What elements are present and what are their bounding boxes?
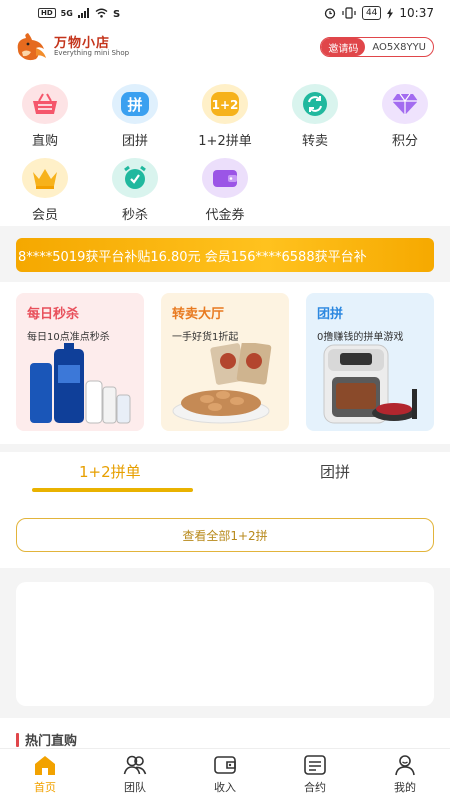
promo-title: 转卖大厅 <box>172 307 225 322</box>
logo-english-name: Everything mini Shop <box>54 49 130 58</box>
basket-icon <box>22 84 68 124</box>
air-fryer-icon <box>323 344 417 424</box>
alarm-icon <box>324 8 336 19</box>
tabbar-label: 首页 <box>34 781 56 794</box>
feature-item-member[interactable]: 会员 <box>10 158 80 223</box>
wifi-icon <box>95 8 108 18</box>
hd-indicator: HD <box>38 8 56 18</box>
invite-code-value: AO5X8YYU <box>372 41 426 53</box>
diamond-icon <box>382 84 428 124</box>
logo-chinese-name: 万物小店 <box>54 35 111 51</box>
charging-icon <box>387 7 394 19</box>
feature-item-flash-sale[interactable]: 秒杀 <box>100 158 170 223</box>
feature-item-resell[interactable]: 转卖 <box>280 84 350 149</box>
subsidy-marquee[interactable]: 8****5019获平台补贴16.80元 会员156****6588获平台补 <box>16 238 434 272</box>
marquee-text: 8****5019获平台补贴16.80元 会员156****6588获平台补 <box>18 249 367 265</box>
group-buy-tabs: 1+2拼单 团拼 查看全部1+2拼 <box>0 452 450 568</box>
feature-label: 转卖 <box>301 134 328 149</box>
status-left: HD 5G S <box>38 8 122 18</box>
tabbar-home[interactable]: 首页 <box>0 749 90 800</box>
shampoo-bottles-icon <box>30 343 131 424</box>
active-tab-indicator <box>32 488 193 492</box>
section-accent-bar <box>16 732 19 747</box>
sync-icon: S <box>113 9 120 18</box>
status-bar: HD 5G S 44 10:37 <box>0 0 450 26</box>
tabbar-contract[interactable]: 合约 <box>270 749 360 800</box>
fox-logo-icon <box>17 33 46 61</box>
feature-icon-grid: 直购 拼 团拼 1+2 1+2拼单 转卖 积分 会员 秒杀 代金券 <box>0 68 450 226</box>
promo-title: 每日秒杀 <box>27 307 80 322</box>
tabbar-team[interactable]: 团队 <box>90 749 180 800</box>
alarm-clock-icon <box>112 158 158 198</box>
hot-section-title: 热门直购 <box>25 734 78 749</box>
tab-one-plus-two[interactable]: 1+2拼单 <box>79 461 141 482</box>
app-header: 万物小店 Everything mini Shop 邀请码 AO5X8YYU <box>0 26 450 68</box>
profile-icon <box>395 755 415 776</box>
income-wallet-icon <box>214 756 236 774</box>
feature-label: 代金券 <box>205 208 245 223</box>
tabbar-income[interactable]: 收入 <box>180 749 270 800</box>
tab-group-buy[interactable]: 团拼 <box>320 461 350 482</box>
team-icon <box>123 755 147 775</box>
tabbar-label: 收入 <box>214 781 236 794</box>
promo-card-group-buy[interactable]: 团拼 0撸赚钱的拼单游戏 <box>306 293 434 431</box>
one-plus-two-icon: 1+2 <box>202 84 248 124</box>
product-list-card <box>16 582 434 706</box>
feature-item-direct-buy[interactable]: 直购 <box>10 84 80 149</box>
tabbar-profile[interactable]: 我的 <box>360 749 450 800</box>
vibrate-icon <box>342 7 356 19</box>
promo-subtitle: 一手好货1折起 <box>172 332 239 343</box>
feature-item-voucher[interactable]: 代金券 <box>190 158 260 223</box>
logo-text: 万物小店 Everything mini Shop <box>54 35 130 58</box>
promo-card-flash-sale[interactable]: 每日秒杀 每日10点准点秒杀 <box>16 293 144 431</box>
svg-text:拼: 拼 <box>127 96 142 114</box>
feature-label: 会员 <box>31 208 58 223</box>
tabbar-label: 合约 <box>304 781 326 794</box>
view-all-button[interactable]: 查看全部1+2拼 <box>16 518 434 552</box>
feature-item-group-buy[interactable]: 拼 团拼 <box>100 84 170 149</box>
tabbar-label: 我的 <box>394 781 416 794</box>
hot-section-header: 热门直购 <box>16 730 77 749</box>
network-type: 5G <box>60 8 73 18</box>
home-icon <box>35 756 55 775</box>
clock: 10:37 <box>399 6 434 20</box>
bottom-tab-bar: 首页 团队 收入 合约 我的 <box>0 748 450 800</box>
crown-icon <box>22 158 68 198</box>
signal-icon <box>77 8 89 18</box>
feature-label: 积分 <box>391 134 418 149</box>
battery-level: 44 <box>361 6 382 20</box>
tabbar-label: 团队 <box>124 781 146 794</box>
svg-text:S: S <box>113 9 120 18</box>
feature-label: 团拼 <box>121 134 148 149</box>
feature-item-points[interactable]: 积分 <box>370 84 440 149</box>
promo-cards: 每日秒杀 每日10点准点秒杀 转卖大厅 一手好货1折起 团拼 0撸赚钱的拼单游戏 <box>0 282 450 444</box>
app-logo: 万物小店 Everything mini Shop <box>14 32 129 62</box>
wallet-icon <box>202 158 248 198</box>
feature-item-one-plus-two[interactable]: 1+2 1+2拼单 <box>190 84 260 149</box>
contract-icon <box>304 755 326 775</box>
promo-title: 团拼 <box>317 307 344 322</box>
invite-code-badge[interactable]: 邀请码 AO5X8YYU <box>320 37 434 57</box>
svg-text:1+2: 1+2 <box>212 98 239 112</box>
exchange-icon <box>292 84 338 124</box>
pin-badge-icon: 拼 <box>112 84 158 124</box>
feature-label: 1+2拼单 <box>198 134 252 149</box>
promo-subtitle: 每日10点准点秒杀 <box>27 332 110 343</box>
promo-card-resell-hall[interactable]: 转卖大厅 一手好货1折起 <box>161 293 289 431</box>
feature-label: 秒杀 <box>121 208 148 223</box>
status-right: 44 10:37 <box>324 6 434 20</box>
feature-label: 直购 <box>31 134 58 149</box>
invite-code-label: 邀请码 <box>321 38 366 56</box>
nuts-plate-icon <box>172 343 272 424</box>
